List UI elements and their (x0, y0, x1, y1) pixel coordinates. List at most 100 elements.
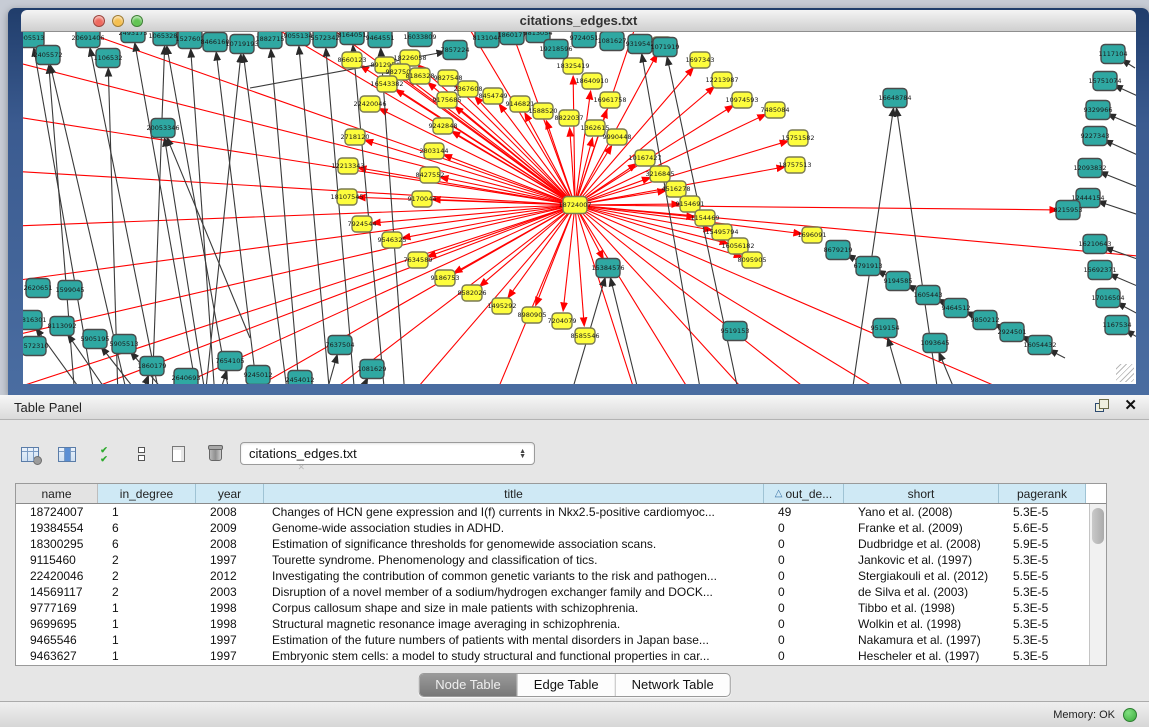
float-panel-icon[interactable] (1095, 399, 1110, 413)
network-node[interactable]: 1167534 (1103, 316, 1132, 335)
network-node[interactable]: 16648784 (878, 89, 911, 108)
table-row[interactable]: 977716911998Corpus callosum shape and si… (16, 600, 1089, 616)
delete-icon[interactable] (203, 442, 227, 466)
network-node[interactable]: 8822037 (555, 110, 584, 126)
table-row[interactable]: 969969511998Structural magnetic resonanc… (16, 616, 1089, 632)
close-panel-icon[interactable]: ✕ (1124, 399, 1137, 413)
network-node[interactable]: 5905195 (81, 330, 110, 349)
network-node[interactable]: 1697343 (686, 52, 715, 68)
network-node[interactable]: 2640693 (172, 369, 201, 385)
network-node[interactable]: 2718120 (341, 129, 370, 145)
table-row[interactable]: 1456911722003Disruption of a novel membe… (16, 584, 1089, 600)
network-node[interactable]: 9990448 (603, 129, 632, 145)
network-node[interactable]: 9055134 (284, 32, 313, 46)
table-row[interactable]: 1830029562008Estimation of significance … (16, 536, 1089, 552)
network-node[interactable]: 8454749 (479, 88, 508, 104)
network-node[interactable]: 4516278 (662, 181, 691, 197)
network-node[interactable]: 10167427 (628, 150, 661, 166)
network-node[interactable]: 2493175 (119, 32, 148, 43)
network-node[interactable]: 8095905 (738, 252, 767, 268)
network-node[interactable]: 9519154 (871, 319, 900, 338)
network-node[interactable]: 2454012 (286, 371, 315, 385)
network-node[interactable]: 9464551 (366, 32, 395, 48)
table-scrollbar[interactable] (1089, 504, 1106, 665)
column-header-name[interactable]: name (16, 484, 98, 503)
network-node[interactable]: 1071919 (651, 38, 680, 57)
network-node[interactable]: 18724007 (558, 197, 591, 214)
network-node[interactable]: 9170044 (408, 191, 437, 207)
network-node[interactable]: 1117104 (1099, 45, 1128, 64)
network-node[interactable]: 8679219 (824, 241, 853, 260)
network-node[interactable]: 8113092 (48, 317, 77, 336)
network-node[interactable]: 1860177 (498, 32, 527, 45)
network-node[interactable]: 8427552 (416, 167, 445, 183)
network-node[interactable]: 9175685 (433, 92, 462, 108)
network-node[interactable]: 16033809 (403, 32, 436, 47)
network-node[interactable]: 10719193 (225, 35, 258, 54)
network-node[interactable]: 2924501 (998, 323, 1027, 342)
network-node[interactable]: 12213987 (705, 72, 738, 88)
network-node[interactable]: 15751074 (1088, 72, 1121, 91)
network-node[interactable]: 9227343 (1081, 127, 1110, 146)
row-height-icon[interactable] (129, 442, 153, 466)
network-node[interactable]: 9245012 (244, 366, 273, 385)
column-header-pagerank[interactable]: pagerank (999, 484, 1086, 503)
column-header-title[interactable]: title (264, 484, 764, 503)
tab-edge-table[interactable]: Edge Table (517, 674, 615, 696)
scrollbar-thumb[interactable] (1092, 508, 1104, 544)
network-node[interactable]: 10974593 (725, 92, 758, 108)
tab-network-table[interactable]: Network Table (615, 674, 730, 696)
new-table-icon[interactable] (166, 442, 190, 466)
network-node[interactable]: 1093645 (921, 334, 950, 353)
network-node[interactable]: 9242848 (429, 118, 458, 134)
network-node[interactable]: 7637504 (326, 336, 355, 355)
network-node[interactable]: 6791913 (854, 257, 883, 276)
network-node[interactable]: 9850212 (971, 311, 1000, 330)
network-node[interactable]: 20053346 (146, 119, 179, 138)
window-resize-grip[interactable] (1116, 364, 1134, 382)
network-node[interactable]: 18640910 (575, 73, 608, 89)
network-node[interactable]: 9329966 (1084, 101, 1113, 120)
network-node[interactable]: 1860179 (138, 357, 167, 376)
table-row[interactable]: 2242004622012Investigating the contribut… (16, 568, 1089, 584)
network-node[interactable]: 1588520 (529, 103, 558, 119)
table-selector-dropdown[interactable]: citations_edges.txt ▲▼ (240, 442, 535, 465)
network-node[interactable]: 18757513 (778, 157, 811, 173)
network-node[interactable]: 1696091 (798, 227, 827, 243)
network-node[interactable]: 2620651 (24, 279, 53, 298)
network-node[interactable]: 7857224 (441, 41, 470, 60)
network-node[interactable]: 7924544 (348, 216, 377, 232)
network-node[interactable]: 15384576 (591, 259, 624, 278)
table-row[interactable]: 1872400712008Changes of HCN gene express… (16, 504, 1089, 520)
network-node[interactable]: 8164051 (338, 32, 367, 45)
network-node[interactable]: 1599045 (56, 281, 85, 300)
network-node[interactable]: 7634589 (404, 252, 433, 268)
network-node[interactable]: 19218596 (539, 40, 572, 59)
tab-node-table[interactable]: Node Table (419, 674, 517, 696)
network-node[interactable]: 7485084 (761, 102, 790, 118)
network-node[interactable]: 16961758 (593, 92, 626, 108)
network-node[interactable]: 18325419 (556, 58, 589, 74)
network-node[interactable]: 16054432 (1023, 336, 1056, 355)
network-node[interactable]: 3216845 (646, 166, 675, 182)
table-row[interactable]: 946554611997Estimation of the future num… (16, 632, 1089, 648)
network-node[interactable]: 1495292 (488, 298, 517, 314)
table-row[interactable]: 946362711997Embryonic stem cells: a mode… (16, 648, 1089, 664)
column-header-short[interactable]: short (844, 484, 999, 503)
network-node[interactable]: 7654105 (216, 352, 245, 371)
network-node[interactable]: 5905513 (110, 335, 139, 354)
network-node[interactable]: 15751582 (781, 130, 814, 146)
network-node[interactable]: 9186753 (431, 270, 460, 286)
table-settings-icon[interactable] (18, 442, 42, 466)
network-node[interactable]: 8582026 (458, 285, 487, 301)
network-node[interactable]: 9519153 (721, 322, 750, 341)
window-titlebar[interactable]: citations_edges.txt (21, 10, 1136, 32)
network-node[interactable]: 16816301 (23, 311, 47, 330)
column-header-year[interactable]: year (196, 484, 264, 503)
memory-status-icon[interactable] (1123, 708, 1137, 722)
network-node[interactable]: 1106532 (94, 49, 123, 68)
network-node[interactable]: 18107545 (330, 189, 363, 205)
network-node[interactable]: 8660123 (338, 52, 367, 68)
network-canvas[interactable]: 1872400786601238912954182260589827508165… (23, 32, 1136, 384)
network-node[interactable]: 8215953 (1054, 201, 1083, 220)
